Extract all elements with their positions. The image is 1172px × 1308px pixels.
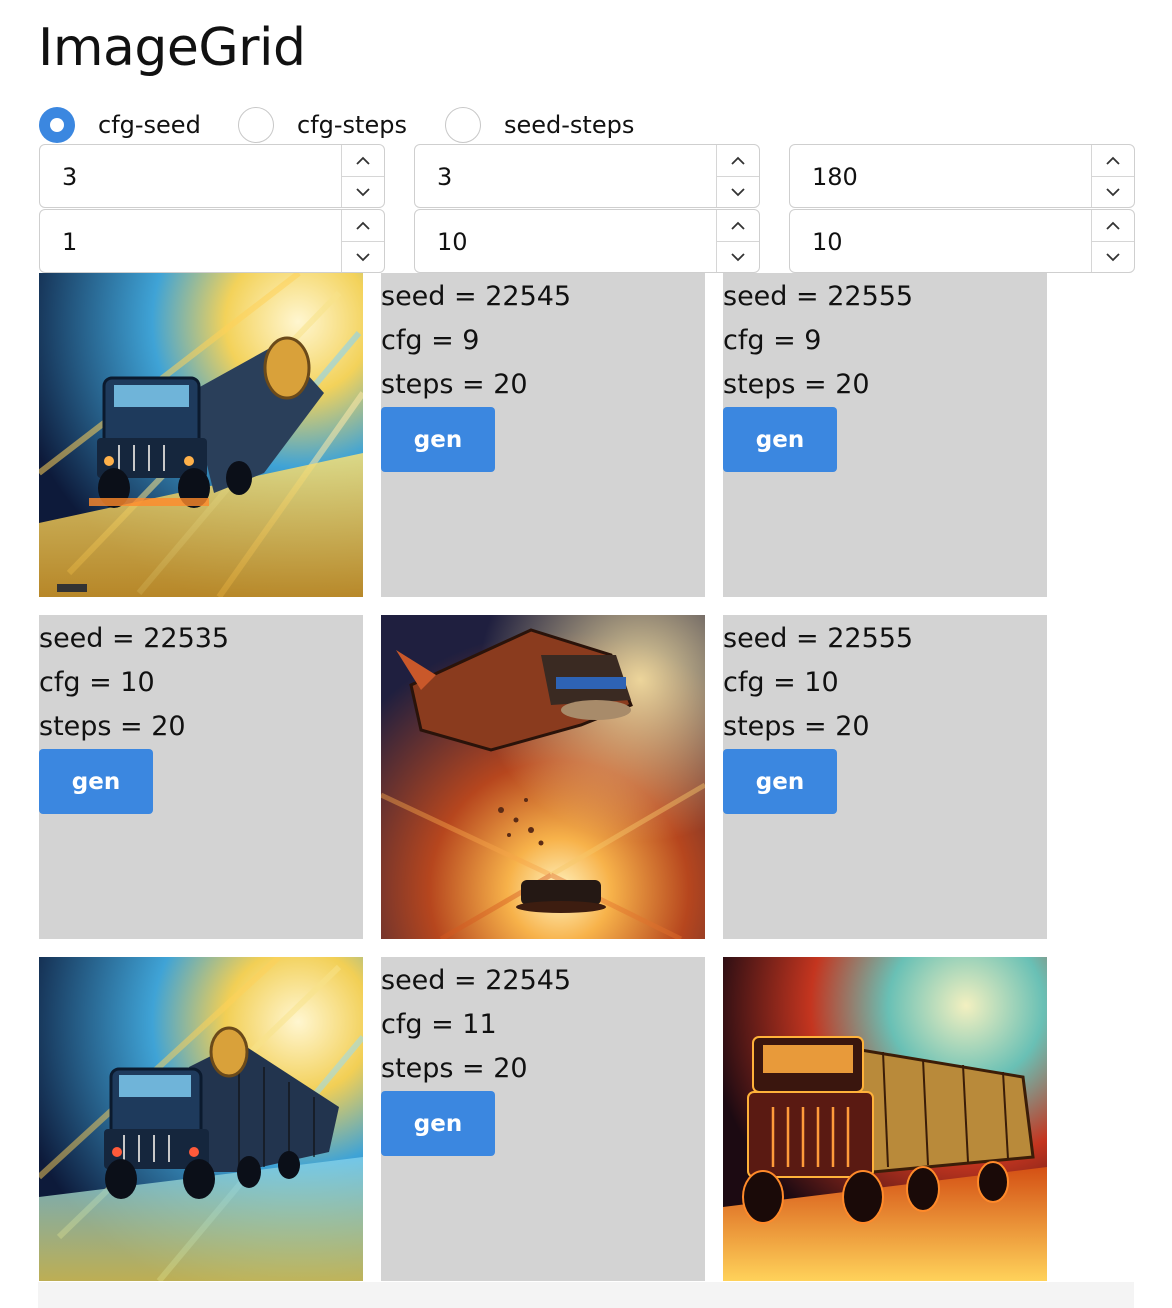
pending-cell: seed = 22545 cfg = 11 steps = 20 gen xyxy=(381,957,705,1281)
stepper[interactable] xyxy=(1091,210,1134,272)
stepper[interactable] xyxy=(341,210,384,272)
pending-cell: seed = 22555 cfg = 9 steps = 20 gen xyxy=(723,273,1047,597)
cfg-label: cfg = 9 xyxy=(723,325,822,356)
chevron-down-icon[interactable] xyxy=(1092,241,1134,272)
seed-label: seed = 22555 xyxy=(723,281,914,312)
gen-button[interactable]: gen xyxy=(381,1091,495,1156)
stepper[interactable] xyxy=(716,210,759,272)
chevron-down-icon[interactable] xyxy=(1092,176,1134,207)
mode-label: cfg-seed xyxy=(98,111,201,139)
mode-radio-seed-steps[interactable]: seed-steps xyxy=(445,107,634,143)
seed-step-input[interactable]: 10 xyxy=(414,209,760,273)
stepper[interactable] xyxy=(341,145,384,207)
pending-cell: seed = 22555 cfg = 10 steps = 20 gen xyxy=(723,615,1047,939)
generated-image[interactable] xyxy=(381,615,705,939)
input-value[interactable]: 10 xyxy=(812,210,843,274)
steps-label: steps = 20 xyxy=(723,369,870,400)
truck-image-icon xyxy=(381,615,705,939)
mode-radio-cfg-steps[interactable]: cfg-steps xyxy=(238,107,407,143)
chevron-up-icon[interactable] xyxy=(717,210,759,242)
gen-button[interactable]: gen xyxy=(723,749,837,814)
input-value[interactable]: 3 xyxy=(62,145,77,209)
steps-label: steps = 20 xyxy=(381,369,528,400)
chevron-up-icon[interactable] xyxy=(1092,145,1134,177)
size-input[interactable]: 180 xyxy=(789,144,1135,208)
generated-image[interactable] xyxy=(39,273,363,597)
seed-label: seed = 22555 xyxy=(723,623,914,654)
seed-label: seed = 22535 xyxy=(39,623,230,654)
gen-button[interactable]: gen xyxy=(39,749,153,814)
truck-image-icon xyxy=(39,957,363,1281)
mode-label: cfg-steps xyxy=(297,111,407,139)
mode-label: seed-steps xyxy=(504,111,635,139)
cfg-label: cfg = 10 xyxy=(39,667,155,698)
truck-image-icon xyxy=(723,957,1047,1281)
gen-button[interactable]: gen xyxy=(723,407,837,472)
input-value[interactable]: 10 xyxy=(437,210,468,274)
chevron-up-icon[interactable] xyxy=(342,210,384,242)
pending-cell: seed = 22535 cfg = 10 steps = 20 gen xyxy=(39,615,363,939)
steps-input[interactable]: 10 xyxy=(789,209,1135,273)
cfg-count-input[interactable]: 3 xyxy=(39,144,385,208)
chevron-up-icon[interactable] xyxy=(342,145,384,177)
seed-label: seed = 22545 xyxy=(381,281,572,312)
seed-count-input[interactable]: 3 xyxy=(414,144,760,208)
generated-image[interactable] xyxy=(39,957,363,1281)
mode-radio-cfg-seed[interactable]: cfg-seed xyxy=(39,107,201,143)
radio-unselected-icon[interactable] xyxy=(445,107,481,143)
steps-label: steps = 20 xyxy=(381,1053,528,1084)
steps-label: steps = 20 xyxy=(723,711,870,742)
steps-label: steps = 20 xyxy=(39,711,186,742)
cfg-label: cfg = 10 xyxy=(723,667,839,698)
radio-unselected-icon[interactable] xyxy=(238,107,274,143)
chevron-down-icon[interactable] xyxy=(717,241,759,272)
gen-button[interactable]: gen xyxy=(381,407,495,472)
generated-image[interactable] xyxy=(723,957,1047,1281)
chevron-down-icon[interactable] xyxy=(342,176,384,207)
chevron-up-icon[interactable] xyxy=(1092,210,1134,242)
cfg-step-input[interactable]: 1 xyxy=(39,209,385,273)
grid-bottom-padding xyxy=(38,1282,1134,1308)
chevron-up-icon[interactable] xyxy=(717,145,759,177)
chevron-down-icon[interactable] xyxy=(342,241,384,272)
cfg-label: cfg = 9 xyxy=(381,325,480,356)
cfg-label: cfg = 11 xyxy=(381,1009,497,1040)
input-value[interactable]: 180 xyxy=(812,145,858,209)
stepper[interactable] xyxy=(716,145,759,207)
input-value[interactable]: 3 xyxy=(437,145,452,209)
stepper[interactable] xyxy=(1091,145,1134,207)
chevron-down-icon[interactable] xyxy=(717,176,759,207)
input-value[interactable]: 1 xyxy=(62,210,77,274)
page-title: ImageGrid xyxy=(38,18,306,78)
pending-cell: seed = 22545 cfg = 9 steps = 20 gen xyxy=(381,273,705,597)
seed-label: seed = 22545 xyxy=(381,965,572,996)
radio-selected-icon[interactable] xyxy=(39,107,75,143)
truck-image-icon xyxy=(39,273,363,597)
